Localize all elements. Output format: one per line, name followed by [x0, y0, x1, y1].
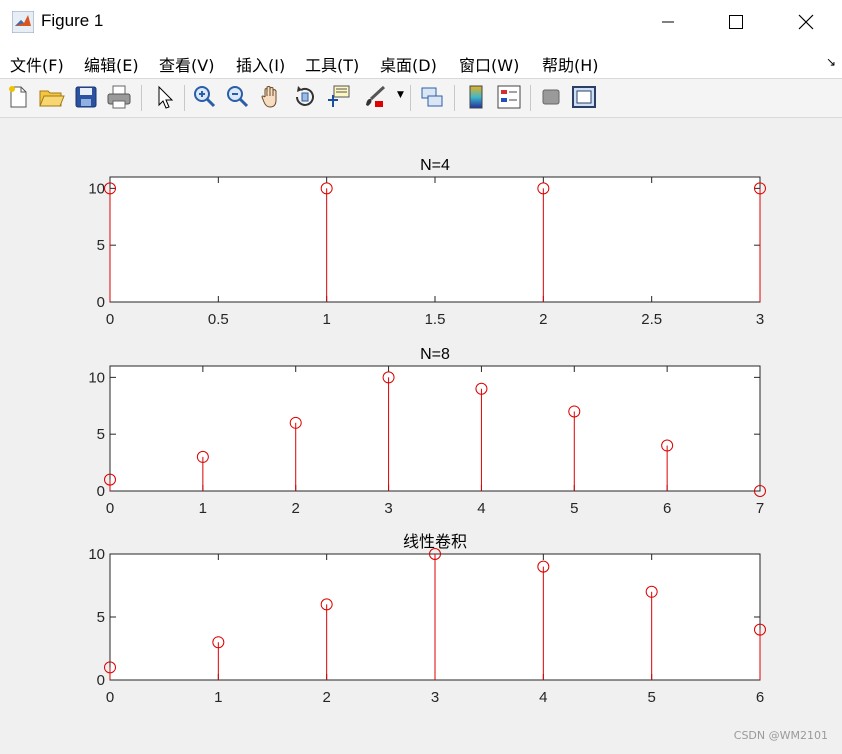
x-tick-label: 1 [214, 689, 222, 706]
window-title: Figure 1 [41, 11, 104, 30]
zoom-in-icon[interactable] [190, 83, 218, 111]
minimize-button[interactable] [645, 0, 691, 44]
toolbar-separator [410, 85, 411, 111]
colorbar-icon[interactable] [462, 83, 490, 111]
axes-title: N=4 [420, 157, 450, 174]
y-tick-label: 10 [88, 546, 105, 563]
x-tick-label: 5 [570, 500, 578, 517]
hide-plot-tools-icon[interactable] [537, 83, 565, 111]
show-plot-tools-icon[interactable] [570, 83, 598, 111]
x-tick-label: 2 [322, 689, 330, 706]
x-tick-label: 3 [431, 689, 439, 706]
x-tick-label: 4 [477, 500, 485, 517]
toolbar-separator [454, 85, 455, 111]
x-tick-label: 7 [756, 500, 764, 517]
y-tick-label: 5 [97, 237, 105, 254]
menu-help[interactable]: 帮助(H) [542, 52, 599, 76]
dock-arrow-icon[interactable]: ↘ [826, 55, 836, 69]
maximize-icon [729, 15, 743, 29]
zoom-out-icon[interactable] [223, 83, 251, 111]
figure-canvas: N=4 0 0.5 1 1.5 2 2.5 3 0 5 10 N=8 0 1 2 3 4 5 6 7 0 5 10 线性卷积 0… [0, 117, 842, 750]
x-tick-label: 0 [106, 311, 114, 328]
rotate-icon[interactable] [291, 83, 319, 111]
print-icon[interactable] [105, 83, 133, 111]
axes-2[interactable] [109, 365, 761, 492]
x-tick-label: 1 [199, 500, 207, 517]
x-tick-label: 4 [539, 689, 547, 706]
watermark: CSDN @WM2101 [733, 729, 828, 742]
y-tick-label: 0 [97, 294, 105, 311]
menu-edit[interactable]: 编辑(E) [84, 52, 139, 76]
y-tick-label: 10 [88, 180, 105, 197]
y-tick-label: 0 [97, 483, 105, 500]
pan-icon[interactable] [257, 83, 285, 111]
brush-dropdown-icon[interactable]: ▼ [397, 90, 404, 100]
pointer-icon[interactable] [151, 83, 179, 111]
toolbar: ▼ [0, 78, 842, 118]
x-tick-label: 6 [756, 689, 764, 706]
menu-bar: 文件(F) 编辑(E) 查看(V) 插入(I) 工具(T) 桌面(D) 窗口(W… [0, 44, 842, 78]
x-tick-label: 3 [384, 500, 392, 517]
menu-insert[interactable]: 插入(I) [236, 52, 285, 76]
toolbar-separator [141, 85, 142, 111]
toolbar-separator [530, 85, 531, 111]
x-tick-label: 1 [322, 311, 330, 328]
axes-title: N=8 [420, 346, 450, 363]
menu-file[interactable]: 文件(F) [10, 52, 64, 76]
new-figure-icon[interactable] [4, 83, 32, 111]
menu-desktop[interactable]: 桌面(D) [380, 52, 437, 76]
x-tick-label: 5 [647, 689, 655, 706]
x-tick-label: 2 [292, 500, 300, 517]
x-tick-label: 1.5 [425, 311, 446, 328]
y-tick-label: 5 [97, 426, 105, 443]
x-tick-label: 2.5 [641, 311, 662, 328]
x-tick-label: 6 [663, 500, 671, 517]
brush-icon[interactable] [361, 83, 389, 111]
data-cursor-icon[interactable] [325, 83, 353, 111]
x-tick-label: 0 [106, 500, 114, 517]
menu-view[interactable]: 查看(V) [159, 52, 214, 76]
minimize-icon [662, 21, 674, 23]
y-tick-label: 0 [97, 672, 105, 689]
open-icon[interactable] [37, 83, 65, 111]
matlab-logo-icon [12, 11, 34, 33]
save-icon[interactable] [72, 83, 100, 111]
x-tick-label: 3 [756, 311, 764, 328]
y-tick-label: 10 [88, 369, 105, 386]
x-tick-label: 2 [539, 311, 547, 328]
menu-window[interactable]: 窗口(W) [459, 52, 519, 76]
x-tick-label: 0 [106, 689, 114, 706]
maximize-button[interactable] [713, 0, 759, 44]
title-bar: Figure 1 [0, 0, 842, 44]
toolbar-separator [184, 85, 185, 111]
x-tick-label: 0.5 [208, 311, 229, 328]
close-icon [798, 14, 814, 30]
link-icon[interactable] [418, 83, 446, 111]
axes-1[interactable] [109, 176, 761, 303]
close-button[interactable] [783, 0, 829, 44]
plots-svg: N=40 0.5 1 1.5 2 2.5 30510N=80 1 2 3 4 5 6 70510线性卷积0… [88, 157, 766, 706]
y-tick-label: 5 [97, 609, 105, 626]
menu-tools[interactable]: 工具(T) [305, 52, 359, 76]
legend-icon[interactable] [495, 83, 523, 111]
